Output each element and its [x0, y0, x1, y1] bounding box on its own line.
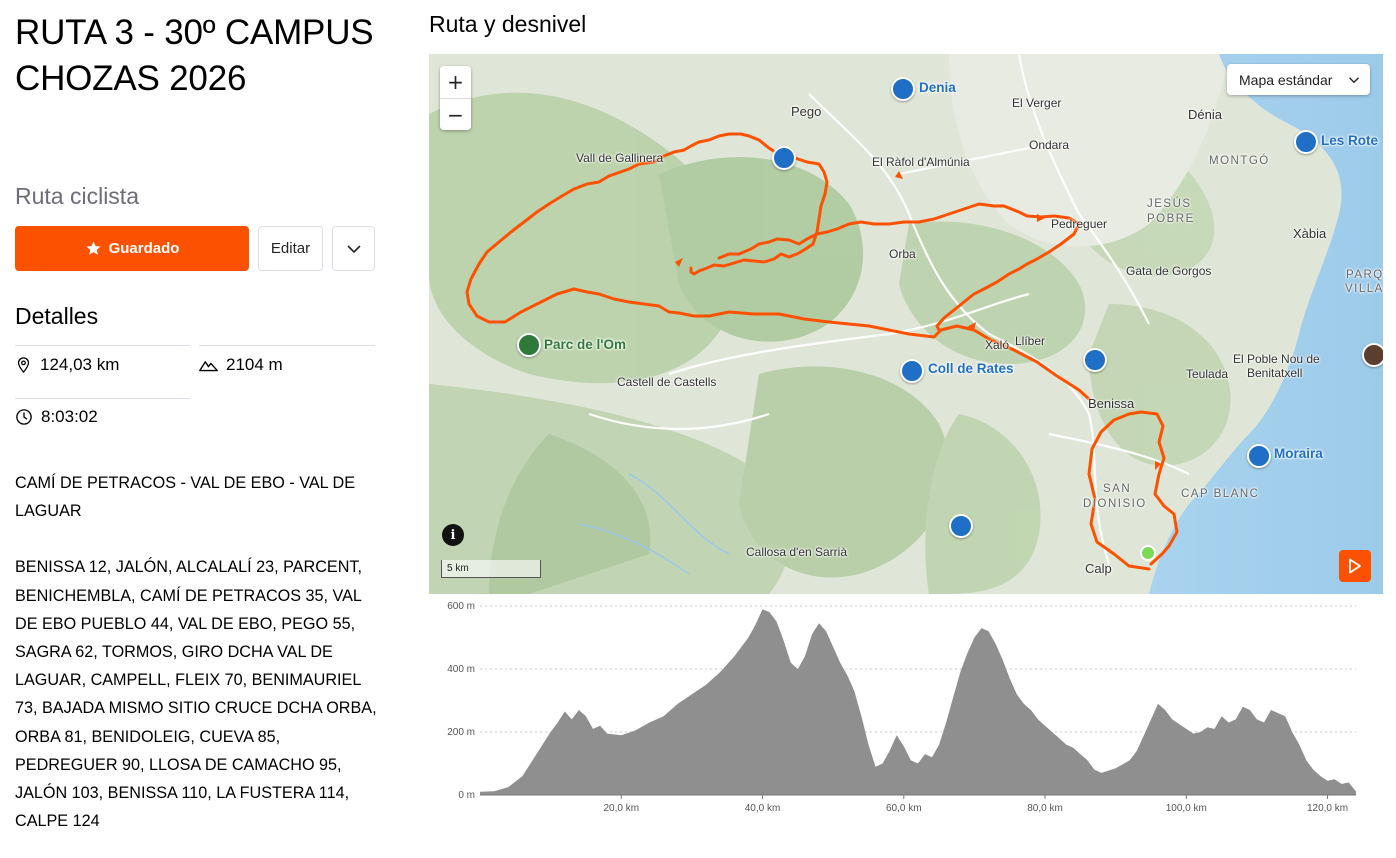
distance-stat: 124,03 km	[15, 355, 119, 375]
map-label: Callosa d'en Sarrià	[746, 545, 848, 559]
elevation-stat: 2104 m	[199, 355, 283, 375]
divider	[15, 345, 190, 346]
x-tick-label: 20,0 km	[603, 803, 639, 814]
map-label: Benitatxell	[1247, 366, 1303, 380]
map-label: Les Rote	[1321, 133, 1379, 148]
clock-icon	[16, 409, 32, 425]
info-icon[interactable]: i	[442, 524, 464, 546]
map-label: POBRE	[1147, 213, 1195, 225]
x-tick-label: 40,0 km	[745, 803, 781, 814]
elevation-chart-svg: 600 m 400 m 200 m 0 m 20,0 km 40,0 km 60,0 km…	[447, 601, 1356, 814]
zoom-in-button[interactable]: +	[440, 66, 471, 98]
map-type-select[interactable]: Mapa estándar	[1227, 64, 1370, 95]
map-label: Castell de Castells	[617, 375, 717, 389]
map-label: El Poble Nou de	[1233, 352, 1320, 366]
x-tick-label: 120,0 km	[1307, 803, 1348, 814]
edit-button[interactable]: Editar	[258, 226, 323, 271]
map-label: MONTGÓ	[1209, 155, 1270, 167]
map-label: El Ràfol d'Almúnia	[872, 155, 970, 169]
map-label: Pedreguer	[1051, 217, 1108, 231]
chevron-down-icon	[346, 244, 361, 253]
map-label: JESÚS	[1147, 198, 1192, 210]
map-label: Llíber	[1015, 334, 1046, 348]
map-label: Benissa	[1088, 396, 1135, 411]
map-label: Parc de l'Om	[544, 337, 626, 352]
route-elevation-heading: Ruta y desnivel	[429, 11, 587, 37]
tree-icon[interactable]	[517, 333, 541, 357]
description-paragraph: BENISSA 12, JALÓN, ALCALALÍ 23, PARCENT,…	[15, 558, 377, 831]
chevron-down-icon	[1349, 76, 1359, 83]
x-tick-label: 60,0 km	[886, 803, 922, 814]
map-label: VILLA	[1345, 283, 1383, 295]
x-tick-label: 80,0 km	[1027, 803, 1063, 814]
distance-value: 124,03 km	[40, 355, 120, 374]
details-heading: Detalles	[15, 303, 99, 329]
location-pin-icon	[17, 357, 30, 374]
camera-icon[interactable]	[1083, 348, 1107, 372]
map-label: El Verger	[1012, 96, 1062, 110]
map-label: PARQ	[1346, 269, 1383, 281]
map-label: Moraira	[1274, 446, 1323, 461]
map-label: Orba	[889, 247, 916, 261]
map-label: Gata de Gorgos	[1126, 264, 1212, 278]
camera-icon[interactable]	[900, 359, 924, 383]
map-label: Dénia	[1188, 107, 1222, 122]
elevation-area	[480, 609, 1356, 795]
camera-icon[interactable]	[1294, 130, 1318, 154]
zoom-controls: + −	[440, 66, 471, 130]
flyover-button[interactable]	[1339, 550, 1371, 582]
y-tick-label: 400 m	[447, 664, 475, 675]
map-label: CAP BLANC	[1181, 488, 1260, 500]
map-label: Coll de Rates	[928, 361, 1014, 376]
beach-icon[interactable]	[1362, 343, 1383, 367]
divider	[15, 398, 190, 399]
saved-button[interactable]: Guardado	[15, 226, 249, 271]
y-tick-label: 200 m	[447, 727, 475, 738]
camera-icon[interactable]	[772, 146, 796, 170]
map-label: Xaló	[985, 338, 1010, 352]
saved-button-label: Guardado	[108, 240, 180, 257]
map-type-value: Mapa estándar	[1239, 71, 1333, 88]
map-label: Ondara	[1029, 138, 1070, 152]
time-value: 8:03:02	[41, 407, 98, 426]
zoom-out-button[interactable]: −	[440, 99, 471, 130]
route-type: Ruta ciclista	[15, 183, 139, 209]
map-label: Vall de Gallinera	[576, 151, 664, 165]
map-canvas	[429, 54, 1383, 594]
start-marker	[1140, 545, 1156, 561]
y-tick-label: 600 m	[447, 601, 475, 612]
map-label: Xàbia	[1293, 226, 1327, 241]
description-paragraph: CAMÍ DE PETRACOS - VAL DE EBO - VAL DE L…	[15, 474, 356, 521]
time-stat: 8:03:02	[15, 407, 98, 427]
map-label: Pego	[791, 104, 822, 119]
elevation-chart[interactable]: 600 m 400 m 200 m 0 m 20,0 km 40,0 km 60,0 km…	[429, 598, 1383, 823]
camera-icon[interactable]	[891, 77, 915, 101]
mountain-icon	[199, 361, 218, 372]
y-tick-label: 0 m	[458, 790, 475, 801]
scale-bar: 5 km	[441, 560, 541, 578]
divider	[199, 345, 375, 346]
route-map[interactable]: Pego Denia El Verger Dénia Les Rote Vall…	[429, 54, 1383, 594]
x-tick-label: 100,0 km	[1166, 803, 1207, 814]
map-label: SAN	[1103, 483, 1132, 495]
camera-icon[interactable]	[1247, 444, 1271, 468]
map-label: Denia	[919, 80, 956, 95]
viewpoint-icon[interactable]	[949, 514, 973, 538]
map-label: Calp	[1085, 561, 1112, 576]
map-label: Teulada	[1186, 367, 1229, 381]
star-icon	[85, 241, 101, 255]
play-icon	[1349, 558, 1361, 574]
route-description: CAMÍ DE PETRACOS - VAL DE EBO - VAL DE L…	[15, 469, 377, 835]
elevation-value: 2104 m	[226, 355, 283, 374]
more-options-button[interactable]	[332, 226, 375, 271]
map-label: DIONISIO	[1083, 498, 1147, 510]
route-title: RUTA 3 - 30º CAMPUS CHOZAS 2026	[15, 13, 374, 98]
